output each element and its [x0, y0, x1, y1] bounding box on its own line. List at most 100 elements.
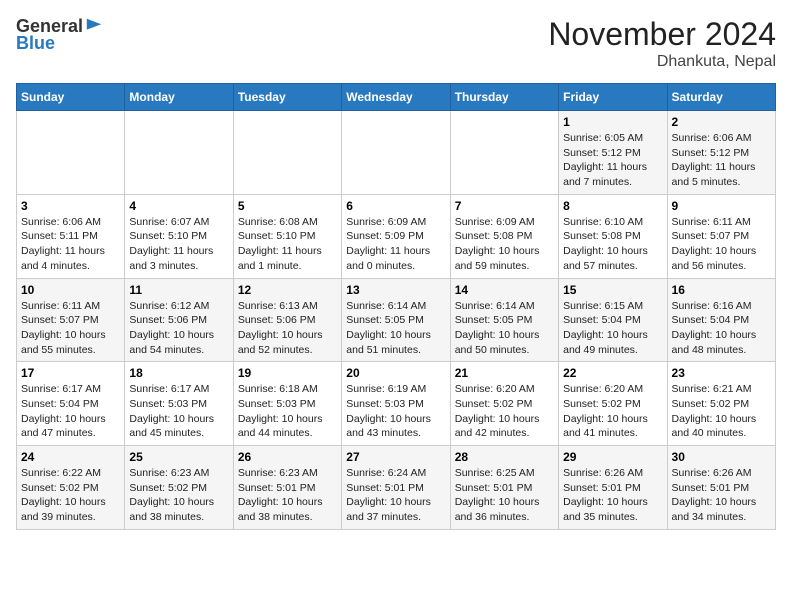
- calendar-cell: 10 Sunrise: 6:11 AMSunset: 5:07 PMDayligh…: [17, 278, 125, 362]
- day-number: 24: [21, 450, 120, 464]
- calendar-cell: 2 Sunrise: 6:06 AMSunset: 5:12 PMDaylight…: [667, 111, 775, 195]
- calendar-week-row: 17Sunrise: 6:17 AMSunset: 5:04 PMDayligh…: [17, 362, 776, 446]
- calendar-cell: 3Sunrise: 6:06 AMSunset: 5:11 PMDaylight…: [17, 194, 125, 278]
- day-number: 1: [563, 115, 662, 129]
- day-info: Sunrise: 6:12 AMSunset: 5:06 PMDaylight:…: [129, 299, 228, 358]
- day-number: 25: [129, 450, 228, 464]
- calendar-week-row: 24 Sunrise: 6:22 AMSunset: 5:02 PMDayligh…: [17, 446, 776, 530]
- title-block: November 2024 Dhankuta, Nepal: [548, 16, 776, 71]
- day-number: 15: [563, 283, 662, 297]
- calendar-cell: 25 Sunrise: 6:23 AMSunset: 5:02 PMDayligh…: [125, 446, 233, 530]
- calendar-cell: [233, 111, 341, 195]
- calendar-table: SundayMondayTuesdayWednesdayThursdayFrid…: [16, 83, 776, 530]
- day-info: Sunrise: 6:26 AMSunset: 5:01 PMDaylight:…: [672, 466, 771, 525]
- col-header-thursday: Thursday: [450, 84, 558, 111]
- col-header-wednesday: Wednesday: [342, 84, 450, 111]
- day-info: Sunrise: 6:20 AMSunset: 5:02 PMDaylight:…: [455, 382, 554, 441]
- day-info: Sunrise: 6:07 AMSunset: 5:10 PMDaylight:…: [129, 215, 228, 274]
- page-title: November 2024: [548, 16, 776, 53]
- day-number: 20: [346, 366, 445, 380]
- calendar-cell: 20Sunrise: 6:19 AMSunset: 5:03 PMDayligh…: [342, 362, 450, 446]
- day-number: 28: [455, 450, 554, 464]
- calendar-cell: 21 Sunrise: 6:20 AMSunset: 5:02 PMDayligh…: [450, 362, 558, 446]
- day-number: 17: [21, 366, 120, 380]
- day-info: Sunrise: 6:08 AMSunset: 5:10 PMDaylight:…: [238, 215, 337, 274]
- day-info: Sunrise: 6:15 AMSunset: 5:04 PMDaylight:…: [563, 299, 662, 358]
- col-header-sunday: Sunday: [17, 84, 125, 111]
- day-number: 26: [238, 450, 337, 464]
- day-info: Sunrise: 6:20 AMSunset: 5:02 PMDaylight:…: [563, 382, 662, 441]
- day-info: Sunrise: 6:10 AMSunset: 5:08 PMDaylight:…: [563, 215, 662, 274]
- day-number: 29: [563, 450, 662, 464]
- calendar-cell: 23Sunrise: 6:21 AMSunset: 5:02 PMDayligh…: [667, 362, 775, 446]
- day-number: 10: [21, 283, 120, 297]
- calendar-cell: 24 Sunrise: 6:22 AMSunset: 5:02 PMDayligh…: [17, 446, 125, 530]
- day-number: 30: [672, 450, 771, 464]
- calendar-week-row: 3Sunrise: 6:06 AMSunset: 5:11 PMDaylight…: [17, 194, 776, 278]
- calendar-cell: 16Sunrise: 6:16 AMSunset: 5:04 PMDayligh…: [667, 278, 775, 362]
- calendar-cell: [450, 111, 558, 195]
- day-number: 5: [238, 199, 337, 213]
- calendar-week-row: 10 Sunrise: 6:11 AMSunset: 5:07 PMDayligh…: [17, 278, 776, 362]
- day-number: 6: [346, 199, 445, 213]
- calendar-cell: 8 Sunrise: 6:10 AMSunset: 5:08 PMDaylight…: [559, 194, 667, 278]
- calendar-cell: 14 Sunrise: 6:14 AMSunset: 5:05 PMDayligh…: [450, 278, 558, 362]
- day-info: Sunrise: 6:18 AMSunset: 5:03 PMDaylight:…: [238, 382, 337, 441]
- calendar-cell: 29Sunrise: 6:26 AMSunset: 5:01 PMDayligh…: [559, 446, 667, 530]
- day-info: Sunrise: 6:17 AMSunset: 5:03 PMDaylight:…: [129, 382, 228, 441]
- day-number: 7: [455, 199, 554, 213]
- day-info: Sunrise: 6:06 AMSunset: 5:11 PMDaylight:…: [21, 215, 120, 274]
- calendar-cell: 4 Sunrise: 6:07 AMSunset: 5:10 PMDaylight…: [125, 194, 233, 278]
- day-number: 4: [129, 199, 228, 213]
- day-number: 27: [346, 450, 445, 464]
- day-info: Sunrise: 6:21 AMSunset: 5:02 PMDaylight:…: [672, 382, 771, 441]
- calendar-cell: 1 Sunrise: 6:05 AMSunset: 5:12 PMDaylight…: [559, 111, 667, 195]
- day-number: 22: [563, 366, 662, 380]
- calendar-cell: 9 Sunrise: 6:11 AMSunset: 5:07 PMDaylight…: [667, 194, 775, 278]
- day-info: Sunrise: 6:14 AMSunset: 5:05 PMDaylight:…: [346, 299, 445, 358]
- day-info: Sunrise: 6:14 AMSunset: 5:05 PMDaylight:…: [455, 299, 554, 358]
- day-number: 16: [672, 283, 771, 297]
- day-info: Sunrise: 6:09 AMSunset: 5:08 PMDaylight:…: [455, 215, 554, 274]
- calendar-cell: 26 Sunrise: 6:23 AMSunset: 5:01 PMDayligh…: [233, 446, 341, 530]
- calendar-header-row: SundayMondayTuesdayWednesdayThursdayFrid…: [17, 84, 776, 111]
- calendar-cell: 7 Sunrise: 6:09 AMSunset: 5:08 PMDaylight…: [450, 194, 558, 278]
- day-number: 8: [563, 199, 662, 213]
- day-info: Sunrise: 6:09 AMSunset: 5:09 PMDaylight:…: [346, 215, 445, 274]
- calendar-cell: 27 Sunrise: 6:24 AMSunset: 5:01 PMDayligh…: [342, 446, 450, 530]
- day-info: Sunrise: 6:22 AMSunset: 5:02 PMDaylight:…: [21, 466, 120, 525]
- col-header-monday: Monday: [125, 84, 233, 111]
- day-number: 2: [672, 115, 771, 129]
- calendar-cell: 19 Sunrise: 6:18 AMSunset: 5:03 PMDayligh…: [233, 362, 341, 446]
- page-subtitle: Dhankuta, Nepal: [548, 53, 776, 71]
- day-info: Sunrise: 6:05 AMSunset: 5:12 PMDaylight:…: [563, 131, 662, 190]
- day-number: 13: [346, 283, 445, 297]
- day-number: 11: [129, 283, 228, 297]
- calendar-cell: 15 Sunrise: 6:15 AMSunset: 5:04 PMDayligh…: [559, 278, 667, 362]
- calendar-cell: 18Sunrise: 6:17 AMSunset: 5:03 PMDayligh…: [125, 362, 233, 446]
- calendar-cell: 5 Sunrise: 6:08 AMSunset: 5:10 PMDaylight…: [233, 194, 341, 278]
- day-info: Sunrise: 6:23 AMSunset: 5:02 PMDaylight:…: [129, 466, 228, 525]
- logo: General Blue: [16, 16, 103, 54]
- calendar-cell: 11 Sunrise: 6:12 AMSunset: 5:06 PMDayligh…: [125, 278, 233, 362]
- day-info: Sunrise: 6:06 AMSunset: 5:12 PMDaylight:…: [672, 131, 771, 190]
- day-info: Sunrise: 6:23 AMSunset: 5:01 PMDaylight:…: [238, 466, 337, 525]
- day-info: Sunrise: 6:25 AMSunset: 5:01 PMDaylight:…: [455, 466, 554, 525]
- calendar-cell: [125, 111, 233, 195]
- day-info: Sunrise: 6:11 AMSunset: 5:07 PMDaylight:…: [21, 299, 120, 358]
- calendar-cell: 6 Sunrise: 6:09 AMSunset: 5:09 PMDaylight…: [342, 194, 450, 278]
- calendar-week-row: 1 Sunrise: 6:05 AMSunset: 5:12 PMDaylight…: [17, 111, 776, 195]
- col-header-saturday: Saturday: [667, 84, 775, 111]
- calendar-cell: [17, 111, 125, 195]
- calendar-cell: 17Sunrise: 6:17 AMSunset: 5:04 PMDayligh…: [17, 362, 125, 446]
- day-number: 19: [238, 366, 337, 380]
- day-number: 14: [455, 283, 554, 297]
- day-number: 21: [455, 366, 554, 380]
- day-info: Sunrise: 6:11 AMSunset: 5:07 PMDaylight:…: [672, 215, 771, 274]
- day-info: Sunrise: 6:13 AMSunset: 5:06 PMDaylight:…: [238, 299, 337, 358]
- day-info: Sunrise: 6:24 AMSunset: 5:01 PMDaylight:…: [346, 466, 445, 525]
- col-header-friday: Friday: [559, 84, 667, 111]
- logo-flag-icon: [85, 17, 103, 35]
- calendar-cell: 22 Sunrise: 6:20 AMSunset: 5:02 PMDayligh…: [559, 362, 667, 446]
- day-number: 9: [672, 199, 771, 213]
